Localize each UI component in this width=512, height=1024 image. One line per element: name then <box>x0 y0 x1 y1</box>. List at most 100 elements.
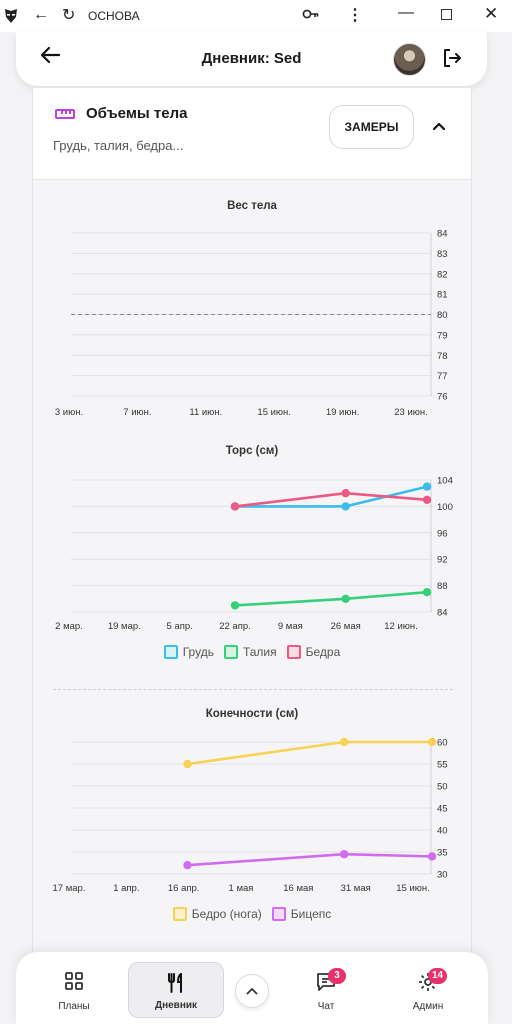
series-line <box>187 852 433 867</box>
data-point <box>340 737 349 747</box>
data-point <box>341 594 350 603</box>
x-tick-label: 12 июн. <box>384 621 418 632</box>
y-tick-label: 45 <box>437 804 448 815</box>
y-tick-label: 104 <box>437 476 453 487</box>
y-tick-label: 84 <box>437 229 448 240</box>
x-tick-label: 2 мар. <box>55 621 83 632</box>
x-tick-label: 17 мар. <box>53 883 86 894</box>
x-tick-label: 19 июн. <box>326 407 360 418</box>
torso-chart: 84 88 92 96 100 104 2 мар. 19 мар. 5 апр. 22 апр.… <box>55 476 453 633</box>
legend-item-thigh[interactable]: Бедро (нога) <box>172 907 262 921</box>
cutlery-icon <box>129 973 223 993</box>
nav-diary[interactable]: Дневник <box>128 962 224 1018</box>
y-tick-label: 92 <box>437 555 448 566</box>
window-title: ОСНОВА <box>88 9 140 23</box>
reload-icon[interactable]: ↻ <box>62 5 75 25</box>
nav-admin[interactable]: 14 Админ <box>380 962 476 1018</box>
series-line <box>234 491 428 508</box>
weight-chart: 76 77 78 79 80 81 82 83 84 3 июн. 7 июн. 11 июн. 15 … <box>55 229 448 419</box>
data-point <box>230 502 240 511</box>
data-point <box>427 852 437 861</box>
y-tick-label: 81 <box>437 290 448 301</box>
x-tick-label: 1 мая <box>229 883 254 894</box>
legend-item-waist[interactable]: Талия <box>223 645 277 659</box>
y-tick-label: 80 <box>437 310 448 321</box>
x-tick-label: 15 июн. <box>396 883 430 894</box>
y-tick-label: 40 <box>437 826 448 837</box>
x-tick-label: 3 июн. <box>55 407 83 418</box>
x-tick-label: 19 мар. <box>108 621 141 632</box>
y-tick-label: 96 <box>437 528 448 539</box>
ruler-icon <box>55 109 75 119</box>
avatar[interactable] <box>393 43 426 76</box>
legend-item-chest[interactable]: Грудь <box>163 645 214 659</box>
legend-item-hips[interactable]: Бедра <box>286 645 340 659</box>
body-measurements-card: Объемы тела Грудь, талия, бедра... ЗАМЕР… <box>32 88 472 968</box>
nav-chat[interactable]: 3 Чат <box>278 962 374 1018</box>
chevron-up-icon[interactable] <box>432 118 446 136</box>
bottom-navigation: Планы Дневник 3 Чат 14 Админ <box>16 952 488 1024</box>
x-tick-label: 1 апр. <box>113 883 139 894</box>
x-tick-label: 15 июн. <box>257 407 291 418</box>
x-tick-label: 26 мая <box>331 621 361 632</box>
y-tick-label: 30 <box>437 870 448 881</box>
torso-chart-title: Торс (см) <box>225 445 279 457</box>
y-tick-label: 78 <box>437 351 448 362</box>
mask-icon <box>5 9 17 23</box>
logout-icon[interactable] <box>442 48 462 73</box>
y-tick-label: 50 <box>437 782 448 793</box>
data-point <box>422 482 432 491</box>
data-point <box>341 489 350 498</box>
x-tick-label: 11 июн. <box>189 407 222 418</box>
minimize-icon[interactable]: — <box>398 4 414 22</box>
legend-item-biceps[interactable]: Бицепс <box>271 907 331 921</box>
x-tick-label: 16 мая <box>283 883 313 894</box>
data-point <box>230 601 240 610</box>
data-point <box>340 850 349 859</box>
close-icon[interactable]: ✕ <box>484 4 498 24</box>
weight-chart-title: Вес тела <box>227 200 277 212</box>
grid-icon <box>26 972 122 990</box>
x-tick-label: 16 апр. <box>168 883 200 894</box>
y-tick-label: 55 <box>437 760 448 771</box>
x-tick-label: 23 июн. <box>394 407 428 418</box>
vertical-dots-icon[interactable]: ⋮ <box>347 5 363 25</box>
chevron-up-icon[interactable] <box>235 974 269 1008</box>
gear-icon: 14 <box>418 968 448 995</box>
y-tick-label: 100 <box>437 502 453 513</box>
measurements-button[interactable]: ЗАМЕРЫ <box>329 105 414 149</box>
x-tick-label: 22 апр. <box>219 621 251 632</box>
y-tick-label: 76 <box>437 392 448 403</box>
series-line <box>234 590 428 607</box>
chart-divider <box>53 689 453 690</box>
section-subtitle: Грудь, талия, бедра... <box>53 138 184 153</box>
y-tick-label: 77 <box>437 371 448 382</box>
section-header: Объемы тела Грудь, талия, бедра... ЗАМЕР… <box>33 88 471 180</box>
key-icon[interactable] <box>302 7 320 21</box>
y-tick-label: 84 <box>437 608 448 619</box>
chat-icon: 3 <box>316 968 346 995</box>
data-point <box>427 737 437 747</box>
x-tick-label: 5 апр. <box>167 621 193 632</box>
section-title: Объемы тела <box>86 105 188 122</box>
y-tick-label: 79 <box>437 330 448 341</box>
limbs-legend: Бедро (нога) Бицепс <box>33 907 471 921</box>
y-tick-label: 35 <box>437 848 448 859</box>
y-tick-label: 88 <box>437 581 448 592</box>
maximize-icon[interactable] <box>441 9 452 20</box>
y-tick-label: 83 <box>437 249 448 260</box>
series-line <box>187 740 433 766</box>
data-point <box>422 588 432 597</box>
data-point <box>183 861 192 870</box>
x-tick-label: 31 мая <box>341 883 371 894</box>
arrow-left-icon[interactable]: ← <box>33 6 49 24</box>
nav-plans[interactable]: Планы <box>26 962 122 1018</box>
x-tick-label: 7 июн. <box>123 407 151 418</box>
torso-legend: Грудь Талия Бедра <box>33 645 471 659</box>
app-header: Дневник: Sed <box>16 32 487 86</box>
data-point <box>422 495 432 504</box>
admin-badge: 14 <box>428 968 448 984</box>
data-point <box>341 502 350 511</box>
data-point <box>183 759 192 769</box>
browser-titlebar: ← ↻ ОСНОВА ⋮ — ✕ <box>0 0 512 32</box>
